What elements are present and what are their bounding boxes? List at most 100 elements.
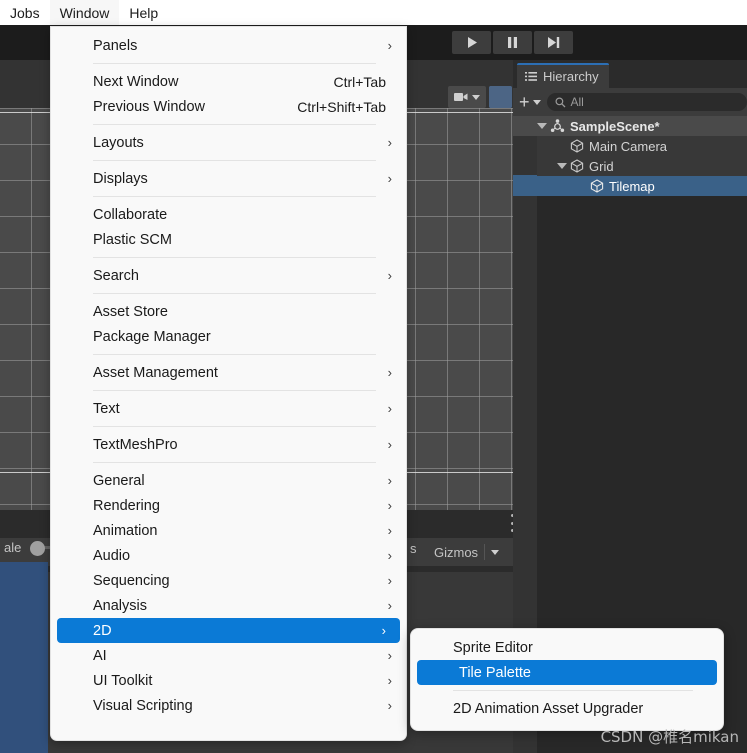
submenu-2d[interactable]: Sprite Editor Tile Palette 2D Animation As… bbox=[410, 628, 724, 731]
menubar-item-window[interactable]: Window bbox=[49, 0, 120, 25]
submenu-item-sprite-editor[interactable]: Sprite Editor bbox=[411, 635, 723, 660]
expand-arrow-icon[interactable] bbox=[537, 123, 547, 129]
menu-item-asset-management[interactable]: Asset Management › bbox=[51, 360, 406, 385]
hierarchy-row-samplescene[interactable]: SampleScene* bbox=[513, 116, 747, 136]
menu-item-plastic-scm[interactable]: Plastic SCM bbox=[51, 227, 406, 252]
watermark: CSDN @椎名mikan bbox=[600, 728, 739, 746]
chevron-right-icon: › bbox=[387, 437, 392, 452]
menu-item-label: General bbox=[93, 472, 145, 489]
pause-button[interactable] bbox=[493, 31, 532, 54]
menubar-item-help[interactable]: Help bbox=[119, 0, 168, 25]
gameobject-icon bbox=[570, 139, 584, 153]
scale-slider-knob[interactable] bbox=[30, 541, 45, 556]
menu-item-ui-toolkit[interactable]: UI Toolkit › bbox=[51, 668, 406, 693]
menu-item-previous-window[interactable]: Previous Window Ctrl+Shift+Tab bbox=[51, 94, 406, 119]
menu-item-label: 2D bbox=[93, 622, 112, 639]
menu-item-label: 2D Animation Asset Upgrader bbox=[453, 700, 644, 717]
gizmos-label: Gizmos bbox=[434, 544, 479, 560]
window-menu-dropdown[interactable]: Panels › Next Window Ctrl+Tab Previous Windo… bbox=[50, 26, 407, 741]
step-button[interactable] bbox=[534, 31, 573, 54]
menu-item-label: Layouts bbox=[93, 134, 144, 151]
menu-item-layouts[interactable]: Layouts › bbox=[51, 130, 406, 155]
menu-item-analysis[interactable]: Analysis › bbox=[51, 593, 406, 618]
menu-item-2d[interactable]: 2D › bbox=[57, 618, 400, 643]
gameobject-icon bbox=[590, 179, 604, 193]
submenu-item-tile-palette[interactable]: Tile Palette bbox=[417, 660, 717, 685]
chevron-down-icon[interactable] bbox=[491, 549, 500, 555]
chevron-right-icon: › bbox=[387, 268, 392, 283]
gizmos-button[interactable]: Gizmos bbox=[428, 540, 506, 564]
chevron-right-icon: › bbox=[387, 38, 392, 53]
menu-item-label: Displays bbox=[93, 170, 148, 187]
menu-separator bbox=[93, 354, 376, 355]
chevron-right-icon: › bbox=[381, 623, 386, 638]
scene-icon bbox=[550, 118, 565, 132]
menu-separator bbox=[453, 690, 693, 691]
gameobject-icon bbox=[570, 139, 584, 153]
unity-editor-window: ale s Gizmos Hierarchy + All SampleScene… bbox=[0, 0, 747, 753]
menu-item-rendering[interactable]: Rendering › bbox=[51, 493, 406, 518]
chevron-right-icon: › bbox=[387, 365, 392, 380]
menu-separator bbox=[93, 257, 376, 258]
plus-icon: + bbox=[519, 92, 530, 112]
menu-item-displays[interactable]: Displays › bbox=[51, 166, 406, 191]
menu-item-label: Analysis bbox=[93, 597, 147, 614]
chevron-right-icon: › bbox=[387, 523, 392, 538]
hierarchy-row-grid[interactable]: Grid bbox=[513, 156, 747, 176]
menu-item-next-window[interactable]: Next Window Ctrl+Tab bbox=[51, 69, 406, 94]
hierarchy-tree[interactable]: SampleScene* Main Camera Grid Tilemap bbox=[513, 116, 747, 196]
submenu-item-2d-animation-asset-upgrader[interactable]: 2D Animation Asset Upgrader bbox=[411, 696, 723, 721]
menu-item-asset-store[interactable]: Asset Store bbox=[51, 299, 406, 324]
search-input[interactable]: All bbox=[546, 93, 747, 111]
search-icon bbox=[555, 97, 565, 107]
chevron-right-icon: › bbox=[387, 673, 392, 688]
menu-item-panels[interactable]: Panels › bbox=[51, 33, 406, 58]
menu-item-label: Search bbox=[93, 267, 139, 284]
menu-item-label: TextMeshPro bbox=[93, 436, 178, 453]
hierarchy-row-label: Grid bbox=[589, 158, 614, 174]
expand-arrow-icon[interactable] bbox=[557, 163, 567, 169]
menu-item-shortcut: Ctrl+Tab bbox=[333, 73, 386, 90]
menu-item-label: Next Window bbox=[93, 73, 179, 90]
menu-item-text[interactable]: Text › bbox=[51, 396, 406, 421]
menu-item-label: Visual Scripting bbox=[93, 697, 193, 714]
tab-hierarchy[interactable]: Hierarchy bbox=[517, 63, 609, 88]
menubar-item-jobs[interactable]: Jobs bbox=[0, 0, 50, 25]
chevron-right-icon: › bbox=[387, 573, 392, 588]
menu-item-label: Asset Management bbox=[93, 364, 218, 381]
menu-item-label: Sprite Editor bbox=[453, 639, 533, 656]
menu-item-general[interactable]: General › bbox=[51, 468, 406, 493]
menu-item-animation[interactable]: Animation › bbox=[51, 518, 406, 543]
menu-item-label: Tile Palette bbox=[459, 664, 531, 681]
menu-item-label: UI Toolkit bbox=[93, 672, 153, 689]
camera-dropdown-button[interactable] bbox=[448, 86, 486, 108]
menu-item-visual-scripting[interactable]: Visual Scripting › bbox=[51, 693, 406, 718]
menu-item-shortcut: Ctrl+Shift+Tab bbox=[297, 98, 386, 115]
scene-icon bbox=[550, 118, 565, 134]
menu-separator bbox=[93, 124, 376, 125]
menu-item-label: Rendering bbox=[93, 497, 160, 514]
menu-item-ai[interactable]: AI › bbox=[51, 643, 406, 668]
chevron-right-icon: › bbox=[387, 473, 392, 488]
menu-item-label: Sequencing bbox=[93, 572, 170, 589]
divider bbox=[484, 544, 486, 560]
add-gameobject-button[interactable]: + bbox=[519, 93, 541, 111]
chevron-down-icon[interactable] bbox=[532, 99, 541, 105]
chevron-right-icon: › bbox=[387, 698, 392, 713]
menu-item-package-manager[interactable]: Package Manager bbox=[51, 324, 406, 349]
menu-item-audio[interactable]: Audio › bbox=[51, 543, 406, 568]
hierarchy-row-tilemap[interactable]: Tilemap bbox=[513, 176, 747, 196]
menu-item-textmeshpro[interactable]: TextMeshPro › bbox=[51, 432, 406, 457]
hierarchy-row-maincamera[interactable]: Main Camera bbox=[513, 136, 747, 156]
menu-item-sequencing[interactable]: Sequencing › bbox=[51, 568, 406, 593]
menubar-item-label: Jobs bbox=[10, 4, 40, 21]
menu-bar[interactable]: Jobs Window Help bbox=[0, 0, 747, 25]
menu-item-search[interactable]: Search › bbox=[51, 263, 406, 288]
play-button[interactable] bbox=[452, 31, 491, 54]
menu-item-label: AI bbox=[93, 647, 107, 664]
chevron-right-icon: › bbox=[387, 171, 392, 186]
menu-item-collaborate[interactable]: Collaborate bbox=[51, 202, 406, 227]
menu-separator bbox=[93, 196, 376, 197]
chevron-right-icon: › bbox=[387, 401, 392, 416]
hierarchy-row-label: Main Camera bbox=[589, 138, 668, 154]
